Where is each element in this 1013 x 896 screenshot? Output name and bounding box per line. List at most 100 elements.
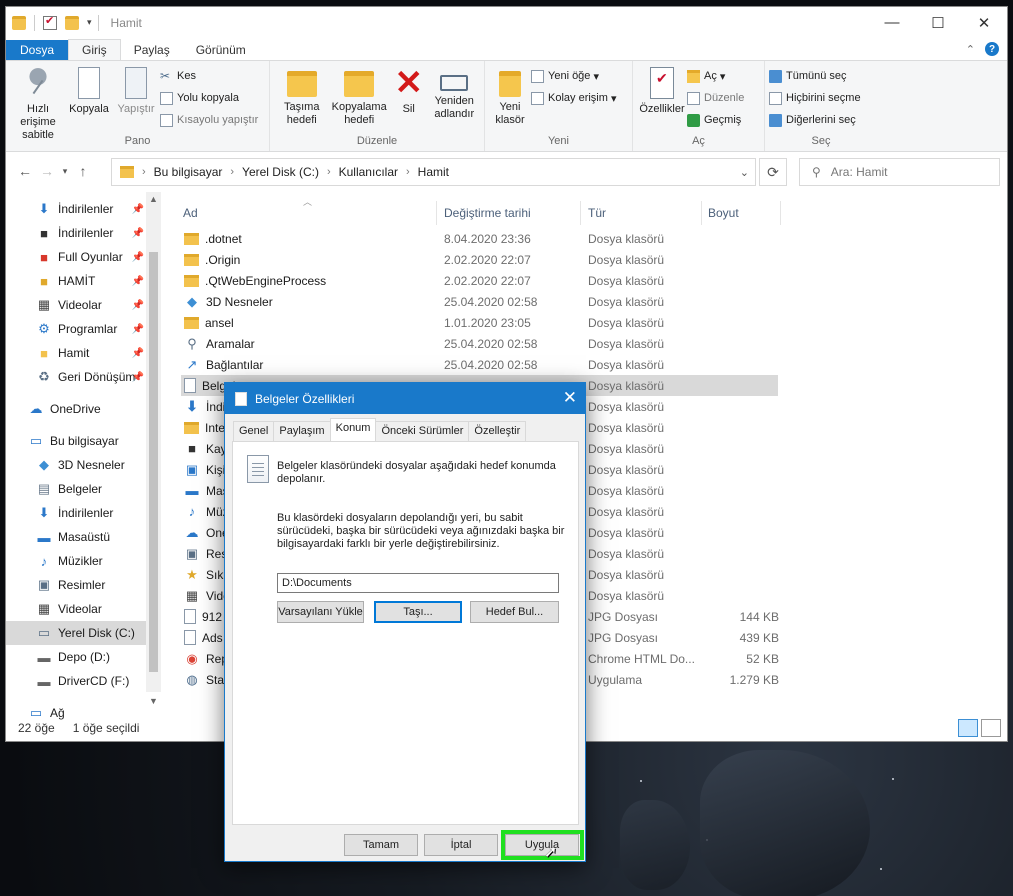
- file-row[interactable]: .QtWebEngineProcess 2.02.2020 22:07 Dosya …: [181, 270, 778, 291]
- picture-icon: ▣: [185, 545, 199, 561]
- column-header-name[interactable]: Ad: [183, 201, 198, 225]
- scroll-up-icon[interactable]: ▲: [146, 194, 161, 204]
- paste-shortcut-button[interactable]: Kısayolu yapıştır: [160, 111, 258, 129]
- new-item-button[interactable]: Yeni öğe ▾: [531, 67, 616, 85]
- maximize-button[interactable]: ☐: [915, 7, 961, 38]
- find-target-button[interactable]: Hedef Bul...: [470, 601, 559, 623]
- refresh-button[interactable]: ⟳: [759, 158, 787, 186]
- easy-access-button[interactable]: Kolay erişim ▾: [531, 89, 616, 107]
- location-path-field[interactable]: D:\Documents: [277, 573, 559, 593]
- nav-item[interactable]: ■ İndirilenler 📌: [6, 221, 146, 245]
- scroll-down-icon[interactable]: ▼: [146, 696, 161, 706]
- forward-button[interactable]: →: [36, 163, 58, 179]
- file-row[interactable]: ⚲ Aramalar 25.04.2020 02:58 Dosya klasörü: [181, 333, 778, 354]
- nav-item[interactable]: ▦ Videolar 📌: [6, 293, 146, 317]
- breadcrumb-item[interactable]: Yerel Disk (C:): [242, 165, 319, 179]
- file-row[interactable]: .dotnet 8.04.2020 23:36 Dosya klasörü: [181, 228, 778, 249]
- large-icons-view-button[interactable]: [981, 719, 1001, 737]
- nav-item[interactable]: ⬇ İndirilenler 📌: [6, 197, 146, 221]
- file-type: Dosya klasörü: [588, 231, 665, 246]
- breadcrumb-item[interactable]: Kullanıcılar: [339, 165, 398, 179]
- tab-view[interactable]: Görünüm: [183, 40, 259, 60]
- sort-ascending-icon: ︿: [303, 197, 313, 207]
- help-icon[interactable]: ?: [985, 42, 999, 56]
- details-view-button[interactable]: [958, 719, 978, 737]
- file-row[interactable]: ◆ 3D Nesneler 25.04.2020 02:58 Dosya klasör…: [181, 291, 778, 312]
- nav-item[interactable]: ■ HAMİT 📌: [6, 269, 146, 293]
- back-button[interactable]: ←: [14, 163, 36, 179]
- invert-selection-button[interactable]: Diğerlerini seç: [769, 111, 861, 129]
- history-button[interactable]: Geçmiş: [687, 111, 744, 129]
- tab-home[interactable]: Giriş: [68, 39, 121, 60]
- nav-item[interactable]: ▦ Videolar: [6, 597, 146, 621]
- column-header-size[interactable]: Boyut: [708, 201, 739, 225]
- divider: [436, 201, 437, 225]
- address-bar[interactable]: › Bu bilgisayar › Yerel Disk (C:) › Kull…: [111, 158, 756, 186]
- nav-item[interactable]: ▤ Belgeler: [6, 477, 146, 501]
- chevron-down-icon[interactable]: ⌄: [740, 166, 749, 179]
- cut-button[interactable]: ✂ Kes: [160, 67, 258, 85]
- nav-item-selected[interactable]: ▭ Yerel Disk (C:): [6, 621, 146, 645]
- new-folder-quick-icon[interactable]: [65, 15, 79, 30]
- title-bar: ▾ Hamit — ☐ ✕: [6, 7, 1007, 38]
- nav-item[interactable]: ▬ DriverCD (F:): [6, 669, 146, 693]
- copy-path-button[interactable]: Yolu kopyala: [160, 89, 258, 107]
- file-type: Dosya klasörü: [588, 462, 665, 477]
- ok-button[interactable]: Tamam: [344, 834, 418, 856]
- chevron-down-icon[interactable]: ▾: [87, 17, 92, 28]
- file-row[interactable]: .Origin 2.02.2020 22:07 Dosya klasörü: [181, 249, 778, 270]
- restore-default-button[interactable]: Varsayılanı Yükle: [277, 601, 364, 623]
- tab-general[interactable]: Genel: [233, 421, 275, 441]
- recent-locations-button[interactable]: ▾: [58, 166, 72, 177]
- nav-scrollbar[interactable]: ▲ ▼: [146, 192, 161, 706]
- nav-item[interactable]: ▬ Masaüstü: [6, 525, 146, 549]
- nav-item[interactable]: ☁ OneDrive: [6, 397, 146, 421]
- video-icon: ▦: [37, 297, 51, 312]
- tab-previous-versions[interactable]: Önceki Sürümler: [375, 421, 470, 441]
- close-icon[interactable]: ✕: [563, 388, 577, 408]
- nav-item[interactable]: ■ Full Oyunlar 📌: [6, 245, 146, 269]
- up-button[interactable]: ↑: [72, 163, 94, 179]
- scrollbar-thumb[interactable]: [149, 252, 158, 672]
- mouse-cursor-icon: ➚: [544, 844, 558, 861]
- search-input[interactable]: ⚲ Ara: Hamit: [799, 158, 1000, 186]
- tab-share[interactable]: Paylaş: [121, 40, 183, 60]
- location-info-text: Belgeler klasöründeki dosyalar aşağıdaki…: [277, 460, 556, 485]
- nav-item[interactable]: ▬ Depo (D:): [6, 645, 146, 669]
- open-button[interactable]: Aç ▾: [687, 67, 744, 85]
- tab-sharing[interactable]: Paylaşım: [273, 421, 331, 441]
- file-type: Dosya klasörü: [588, 504, 665, 519]
- select-all-button[interactable]: Tümünü seç: [769, 67, 861, 85]
- file-row[interactable]: ↗ Bağlantılar 25.04.2020 02:58 Dosya klasör…: [181, 354, 778, 375]
- nav-item[interactable]: ▣ Resimler: [6, 573, 146, 597]
- nav-item[interactable]: ■ Hamit 📌: [6, 341, 146, 365]
- collapse-ribbon-icon[interactable]: ⌃: [966, 43, 975, 56]
- nav-item[interactable]: ⚙ Programlar 📌: [6, 317, 146, 341]
- edit-button[interactable]: Düzenle: [687, 89, 744, 107]
- properties-quick-icon[interactable]: [43, 14, 57, 30]
- nav-item[interactable]: ◆ 3D Nesneler: [6, 453, 146, 477]
- pin-icon: 📌: [131, 227, 144, 239]
- column-header-type[interactable]: Tür: [588, 201, 606, 225]
- cancel-button[interactable]: İptal: [424, 834, 498, 856]
- paste-icon: [125, 67, 147, 99]
- tab-customize[interactable]: Özelleştir: [468, 421, 527, 441]
- minimize-button[interactable]: —: [869, 7, 915, 38]
- chevron-right-icon: ›: [326, 166, 331, 178]
- nav-item[interactable]: ♪ Müzikler: [6, 549, 146, 573]
- breadcrumb-item[interactable]: Bu bilgisayar: [154, 165, 223, 179]
- search-icon: ⚲: [812, 165, 821, 179]
- close-button[interactable]: ✕: [961, 7, 1007, 38]
- move-button[interactable]: Taşı...: [374, 601, 462, 623]
- tab-location[interactable]: Konum: [329, 418, 377, 441]
- file-row[interactable]: ansel 1.01.2020 23:05 Dosya klasörü: [181, 312, 778, 333]
- nav-item[interactable]: ⬇ İndirilenler: [6, 501, 146, 525]
- tab-file[interactable]: Dosya: [6, 40, 69, 60]
- nav-item[interactable]: ▭ Bu bilgisayar: [6, 429, 146, 453]
- breadcrumb-item[interactable]: Hamit: [418, 165, 449, 179]
- select-none-button[interactable]: Hiçbirini seçme: [769, 89, 861, 107]
- group-label: Aç: [692, 135, 705, 147]
- file-type: Dosya klasörü: [588, 567, 665, 582]
- column-header-date[interactable]: Değiştirme tarihi: [444, 201, 531, 225]
- nav-item[interactable]: ♻ Geri Dönüşüm 📌: [6, 365, 146, 389]
